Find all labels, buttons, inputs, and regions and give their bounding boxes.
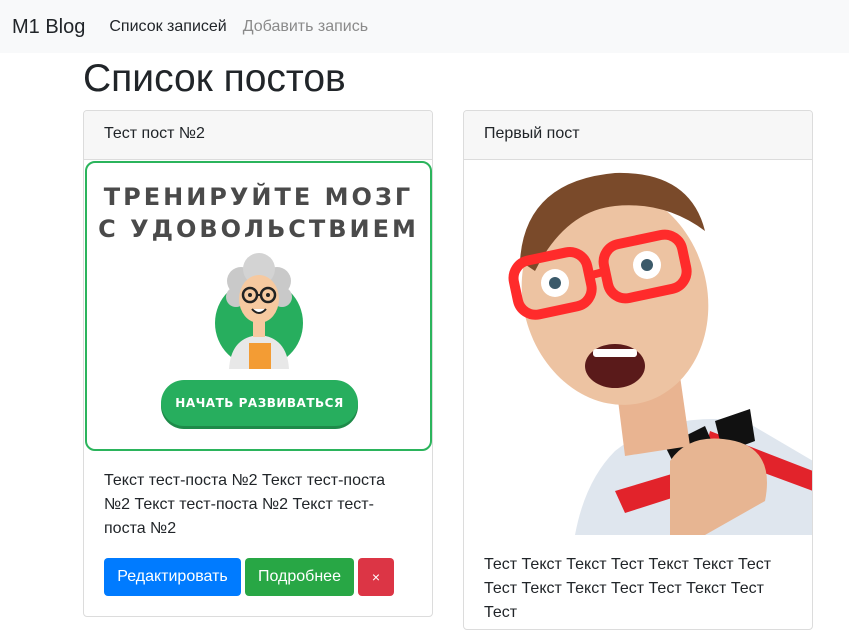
navbar: M1 Blog Список записей Добавить запись — [0, 0, 849, 53]
page-title: Список постов — [83, 57, 346, 100]
post-card-header: Первый пост — [464, 111, 812, 160]
nav-link-posts-list[interactable]: Список записей — [109, 18, 226, 36]
post-image: ТРЕНИРУЙТЕ МОЗГ С УДОВОЛЬСТВИЕМ НАЧАТЬ Р… — [85, 161, 432, 451]
ad-start-button: НАЧАТЬ РАЗВИВАТЬСЯ — [161, 380, 358, 426]
post-actions: Редактировать Подробнее × — [104, 558, 394, 596]
surprised-man-photo — [508, 172, 812, 535]
edit-button[interactable]: Редактировать — [104, 558, 241, 596]
post-text: Текст тест-поста №2 Текст тест-поста №2 … — [104, 472, 386, 537]
post-title: Тест пост №2 — [104, 125, 205, 142]
post-card: Первый пост Тест Текст Текст Тест Текст … — [463, 110, 813, 630]
post-card-header: Тест пост №2 — [84, 111, 432, 160]
ad-headline-line1: ТРЕНИРУЙТЕ МОЗГ — [103, 183, 414, 211]
post-card: Тест пост №2 ТРЕНИРУЙТЕ МОЗГ С УДОВОЛЬСТ… — [83, 110, 433, 617]
grandmother-illustration — [215, 253, 303, 369]
navbar-brand[interactable]: M1 Blog — [12, 17, 85, 37]
ad-headline-line2: С УДОВОЛЬСТВИЕМ — [98, 215, 419, 243]
post-image — [465, 161, 812, 535]
post-text: Тест Текст Текст Тест Текст Текст Тест Т… — [484, 556, 772, 621]
post-title: Первый пост — [484, 125, 580, 142]
details-button[interactable]: Подробнее — [245, 558, 354, 596]
delete-button[interactable]: × — [358, 558, 394, 596]
nav-link-add-post[interactable]: Добавить запись — [243, 18, 368, 36]
